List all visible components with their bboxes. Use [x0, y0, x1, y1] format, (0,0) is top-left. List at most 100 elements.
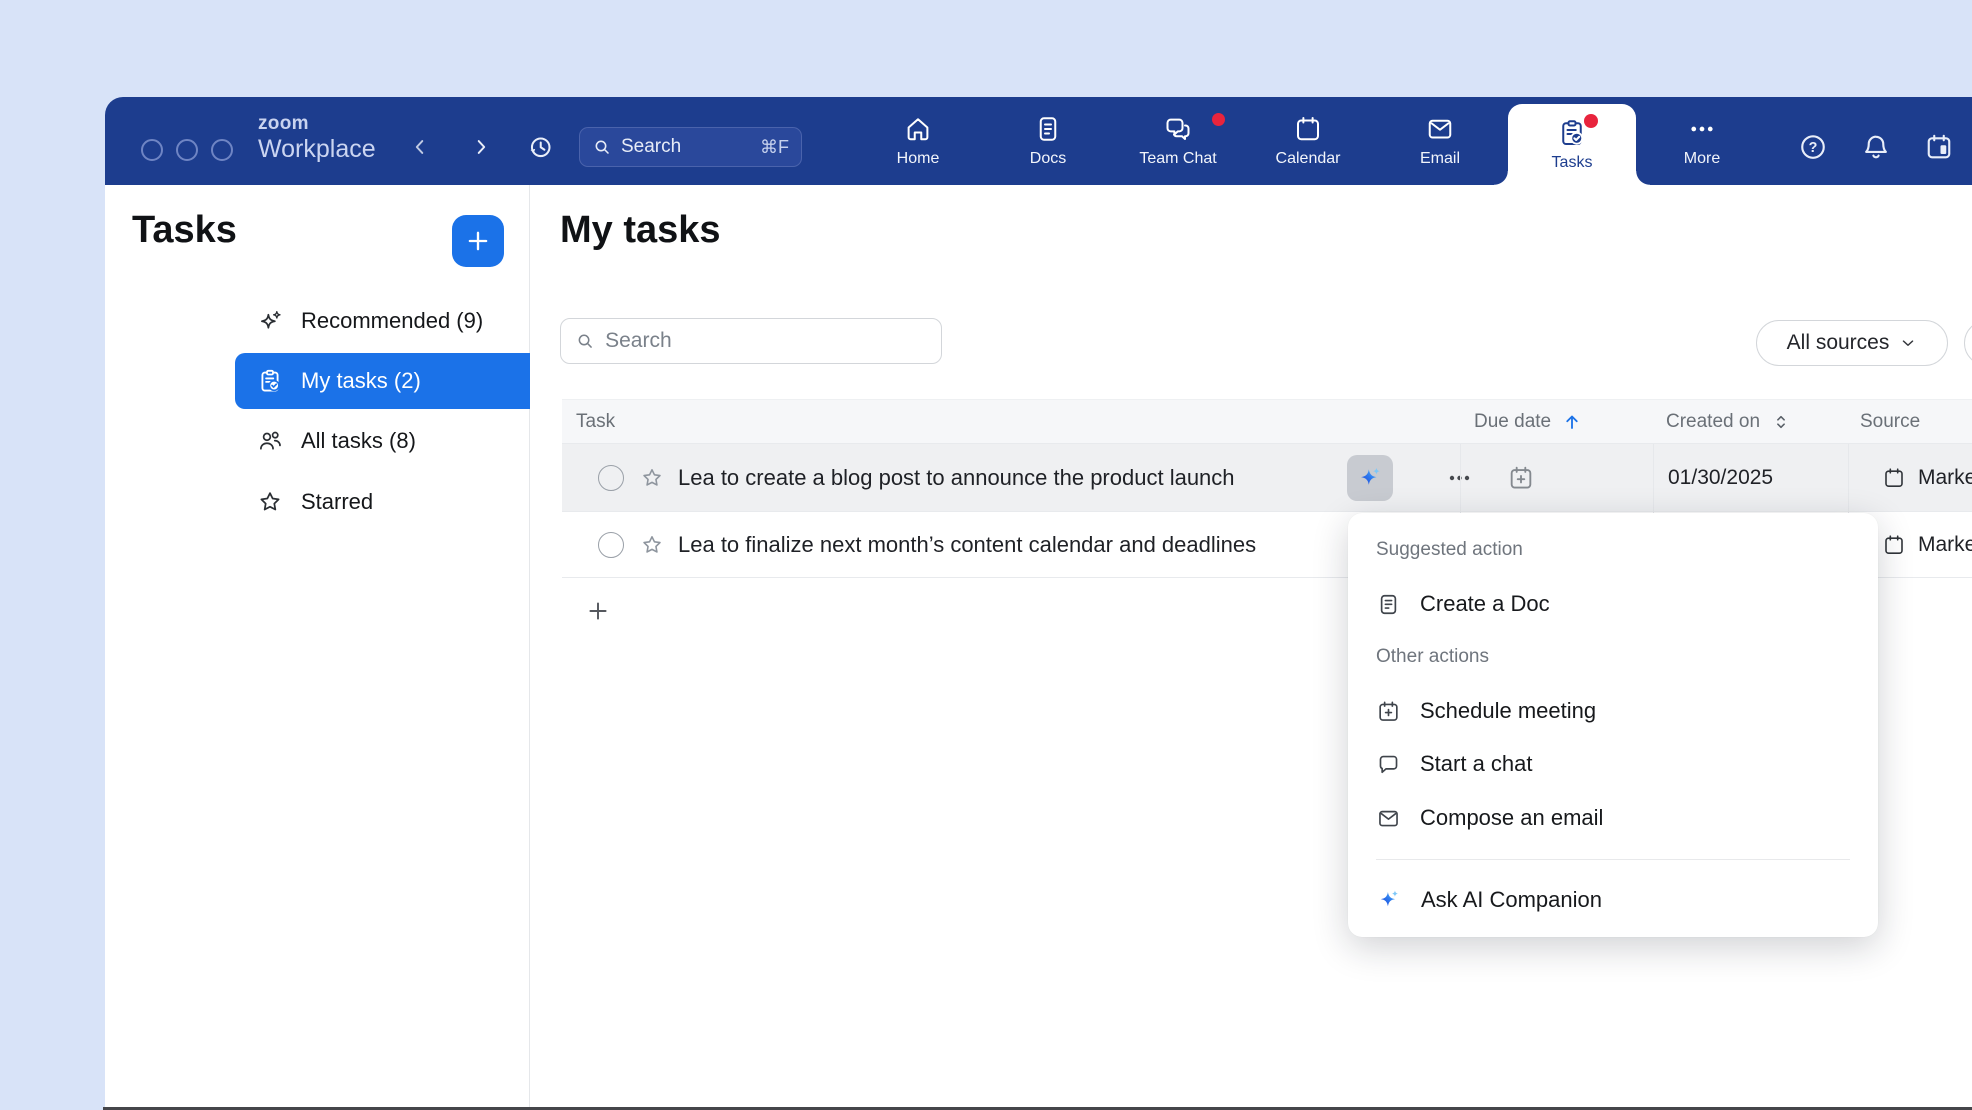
search-icon	[575, 330, 595, 352]
window-control-3[interactable]	[211, 139, 233, 161]
sort-updown-icon	[1770, 411, 1792, 433]
add-task-button[interactable]	[452, 215, 504, 267]
menu-item-create-doc[interactable]: Create a Doc	[1348, 577, 1878, 631]
menu-item-label: Start a chat	[1420, 751, 1533, 777]
star-icon	[257, 489, 283, 515]
desktop-background: zoom Workplace Search ⌘F Home	[0, 0, 1972, 1110]
help-button[interactable]: ?	[1797, 131, 1829, 163]
add-task-inline-button[interactable]	[578, 591, 618, 631]
nav-home[interactable]: Home	[866, 97, 970, 185]
sidebar-item-label: My tasks (2)	[301, 368, 421, 394]
notifications-button[interactable]	[1860, 131, 1892, 163]
back-button[interactable]	[408, 135, 432, 159]
nav-docs[interactable]: Docs	[996, 97, 1100, 185]
search-icon	[592, 137, 612, 157]
help-icon: ?	[1798, 132, 1828, 162]
tasks-notification-dot	[1584, 114, 1598, 128]
task-search-input[interactable]	[605, 329, 927, 353]
chevron-left-icon	[409, 136, 431, 158]
history-button[interactable]	[526, 133, 554, 161]
page-title: My tasks	[560, 209, 721, 252]
ai-companion-button[interactable]	[1347, 455, 1393, 501]
team-chat-icon	[1163, 114, 1193, 144]
nav-tasks-label: Tasks	[1552, 154, 1593, 172]
add-due-date-button[interactable]	[1507, 464, 1535, 492]
menu-divider	[1376, 859, 1850, 860]
people-icon	[257, 428, 283, 454]
task-checkbox[interactable]	[598, 465, 624, 491]
svg-text:?: ?	[1809, 140, 1818, 156]
nav-more-label: More	[1684, 150, 1720, 168]
nav-tasks-active-tab[interactable]: Tasks	[1508, 104, 1636, 185]
calendar-plus-icon	[1376, 699, 1401, 724]
top-navbar: zoom Workplace Search ⌘F Home	[105, 97, 1972, 185]
star-icon[interactable]	[640, 533, 664, 557]
column-header-task: Task	[576, 400, 615, 443]
task-source: Marketing	[1882, 466, 1972, 490]
task-created-on: 01/30/2025	[1668, 466, 1773, 490]
row-more-button[interactable]	[1444, 466, 1474, 490]
plus-icon	[585, 598, 611, 624]
ai-sparkle-icon	[1356, 464, 1384, 492]
nav-email[interactable]: Email	[1388, 97, 1492, 185]
table-header: Task Due date Created on Source	[562, 399, 1972, 444]
menu-item-label: Compose an email	[1420, 805, 1603, 831]
menu-item-schedule-meeting[interactable]: Schedule meeting	[1348, 684, 1878, 738]
column-header-due-date[interactable]: Due date	[1474, 400, 1583, 443]
task-source: Marketing	[1882, 533, 1972, 557]
menu-item-label: Schedule meeting	[1420, 698, 1596, 724]
column-header-created-on[interactable]: Created on	[1666, 400, 1792, 443]
email-icon	[1425, 114, 1455, 144]
sidebar-item-label: Starred	[301, 489, 373, 515]
column-header-source: Source	[1860, 400, 1920, 443]
star-icon[interactable]	[640, 466, 664, 490]
nav-team-chat[interactable]: Team Chat	[1126, 97, 1230, 185]
task-row[interactable]: Lea to create a blog post to announce th…	[562, 444, 1972, 512]
global-search-placeholder: Search	[621, 136, 751, 158]
menu-item-ask-ai-companion[interactable]: Ask AI Companion	[1348, 873, 1878, 927]
menu-section-label: Suggested action	[1376, 539, 1523, 561]
calendar-panel-button[interactable]	[1923, 131, 1955, 163]
filter-button-partial[interactable]	[1964, 320, 1972, 366]
task-search[interactable]	[560, 318, 942, 364]
sparkle-icon	[257, 308, 283, 334]
window-control-2[interactable]	[176, 139, 198, 161]
nav-calendar-label: Calendar	[1276, 150, 1341, 168]
menu-item-start-chat[interactable]: Start a chat	[1348, 737, 1878, 791]
forward-button[interactable]	[469, 135, 493, 159]
menu-item-compose-email[interactable]: Compose an email	[1348, 791, 1878, 845]
chevron-down-icon	[1899, 334, 1917, 352]
nav-more[interactable]: More	[1650, 97, 1754, 185]
global-search[interactable]: Search ⌘F	[579, 127, 802, 167]
tab-corner-left	[1494, 171, 1508, 185]
calendar-icon	[1882, 533, 1906, 557]
chevron-right-icon	[470, 136, 492, 158]
calendar-icon	[1882, 466, 1906, 490]
nav-docs-label: Docs	[1030, 150, 1066, 168]
workplace-logo: Workplace	[258, 135, 376, 164]
sidebar-item-label: Recommended (9)	[301, 308, 483, 334]
menu-item-label: Create a Doc	[1420, 591, 1550, 617]
bell-icon	[1861, 132, 1891, 162]
chat-bubble-icon	[1376, 752, 1401, 777]
task-checkbox[interactable]	[598, 532, 624, 558]
nav-calendar[interactable]: Calendar	[1256, 97, 1360, 185]
sort-ascending-icon	[1561, 411, 1583, 433]
sources-filter-dropdown[interactable]: All sources	[1756, 320, 1948, 366]
zoom-logo: zoom	[258, 113, 309, 135]
window-control-1[interactable]	[141, 139, 163, 161]
history-icon	[527, 134, 554, 161]
team-chat-notification-dot	[1212, 113, 1225, 126]
sidebar-item-label: All tasks (8)	[301, 428, 416, 454]
nav-team-chat-label: Team Chat	[1139, 150, 1216, 168]
calendar-panel-icon	[1924, 132, 1954, 162]
suggested-actions-menu: Suggested action Create a Doc Other acti…	[1348, 513, 1878, 937]
nav-email-label: Email	[1420, 150, 1460, 168]
menu-section-label: Other actions	[1376, 646, 1489, 668]
task-title: Lea to finalize next month’s content cal…	[678, 532, 1256, 558]
nav-home-label: Home	[897, 150, 940, 168]
task-source-label: Marketing	[1918, 466, 1972, 490]
doc-icon	[1376, 592, 1401, 617]
more-ellipsis-icon	[1687, 114, 1717, 144]
due-date-label: Due date	[1474, 411, 1551, 433]
